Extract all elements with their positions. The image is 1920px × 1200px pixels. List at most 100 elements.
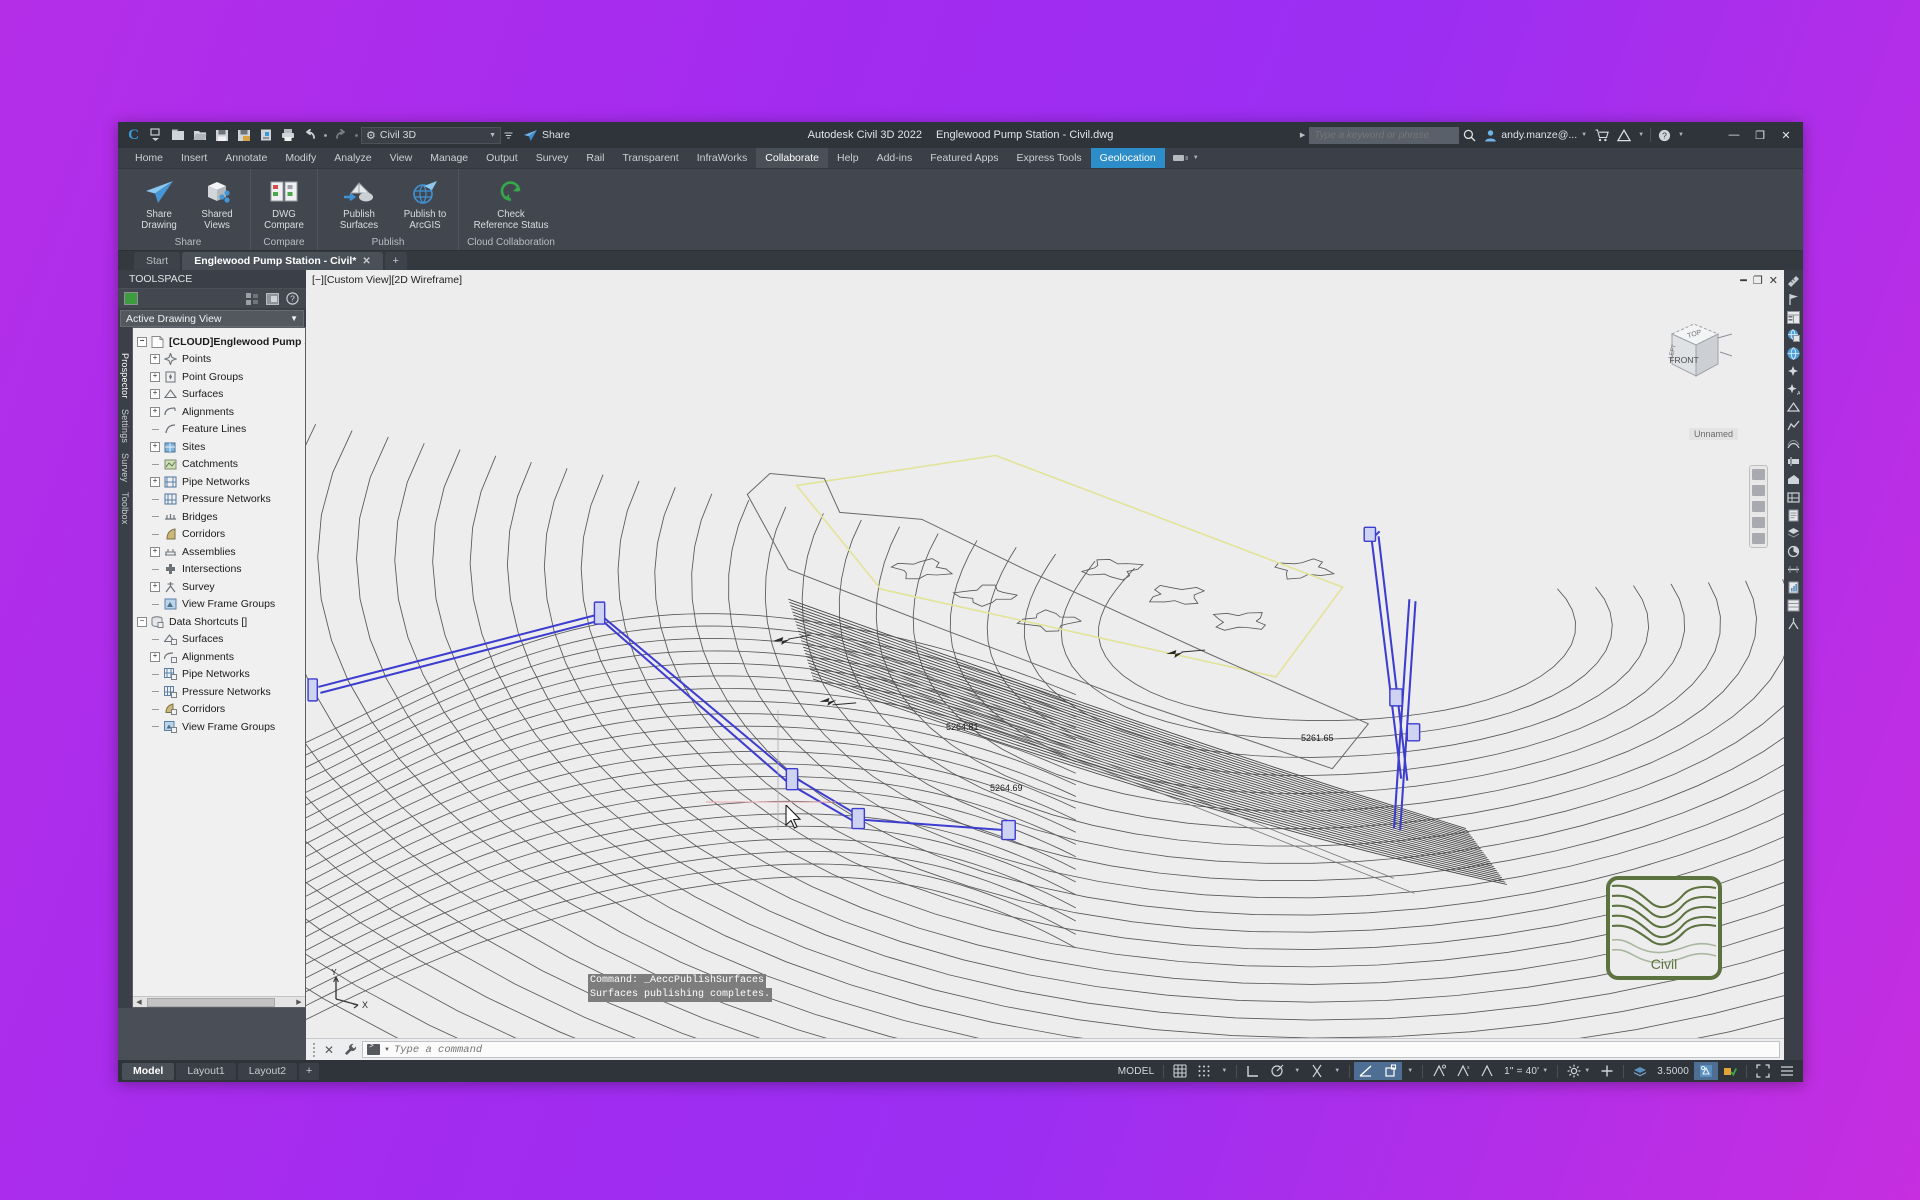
tree-expand-icon[interactable]: +	[150, 406, 160, 417]
grid-display-toggle[interactable]	[1168, 1062, 1192, 1080]
close-icon[interactable]: ✕	[362, 256, 370, 267]
ribbon-tab-collaborate[interactable]: Collaborate	[756, 148, 828, 168]
ribbon-tab-annotate[interactable]: Annotate	[216, 148, 276, 168]
tree-item-pipe-networks[interactable]: + Pipe Networks	[137, 473, 305, 491]
app-menu-caret-icon[interactable]	[145, 125, 166, 145]
ribbon-tab-survey[interactable]: Survey	[527, 148, 578, 168]
analysis-tools-icon[interactable]	[1786, 544, 1801, 559]
close-icon[interactable]: ✕	[320, 1041, 338, 1059]
tool-palette-icon[interactable]	[1786, 598, 1801, 613]
tree-item-corridors[interactable]: Corridors	[137, 526, 305, 544]
search-icon[interactable]	[1459, 124, 1480, 146]
user-menu-caret-icon[interactable]: ▼	[1581, 132, 1587, 138]
navigation-bar[interactable]	[1749, 465, 1768, 548]
snap-mode-toggle[interactable]	[1192, 1062, 1216, 1080]
ribbon-tab-rail[interactable]: Rail	[577, 148, 613, 168]
dwg-compare-button[interactable]: DWG Compare	[255, 173, 313, 231]
save-icon[interactable]	[211, 125, 232, 145]
shared-views-button[interactable]: Shared Views	[188, 173, 246, 231]
ribbon-tab-output[interactable]: Output	[477, 148, 527, 168]
section-tools-icon[interactable]	[1786, 562, 1801, 577]
tree-collapse-icon[interactable]: −	[137, 616, 147, 627]
isometric-drafting-toggle[interactable]	[1305, 1062, 1329, 1080]
customization-gear-button[interactable]: ▼	[1562, 1062, 1595, 1080]
tree-item-points[interactable]: + Points	[137, 351, 305, 369]
ucs-name-tag[interactable]: Unnamed	[1688, 428, 1738, 440]
tree-expand-icon[interactable]: +	[150, 651, 160, 662]
ribbon-tab-manage[interactable]: Manage	[421, 148, 477, 168]
ribbon-tab-geolocation[interactable]: Geolocation	[1090, 148, 1165, 168]
publish-to-arcgis-button[interactable]: Publish to ArcGIS	[396, 173, 454, 231]
layout-tab-layout1[interactable]: Layout1	[176, 1062, 236, 1080]
restore-button[interactable]: ❐	[1747, 123, 1773, 147]
tree-item-feature-lines[interactable]: Feature Lines	[137, 421, 305, 439]
pipe-tools-icon[interactable]	[1786, 454, 1801, 469]
object-snap-tracking-toggle[interactable]	[1354, 1062, 1379, 1080]
command-history-caret-icon[interactable]: ▼	[384, 1047, 390, 1053]
corridor-tools-icon[interactable]	[1786, 436, 1801, 451]
share-button[interactable]: Share	[523, 129, 570, 142]
ribbon-tab-transparent[interactable]: Transparent	[613, 148, 687, 168]
scroll-left-icon[interactable]: ◀	[133, 998, 145, 1006]
tree-item-alignments[interactable]: + Alignments	[137, 403, 305, 421]
hardware-acceleration-button[interactable]	[1694, 1062, 1718, 1080]
orbit-icon[interactable]	[1752, 517, 1765, 528]
pan-icon[interactable]	[1752, 485, 1765, 496]
ribbon-tab-express-tools[interactable]: Express Tools	[1008, 148, 1091, 168]
ribbon-tab-insert[interactable]: Insert	[172, 148, 216, 168]
point-creation-icon[interactable]	[1786, 364, 1801, 379]
undo-icon[interactable]	[299, 125, 320, 145]
autoscale-toggle[interactable]: s	[1451, 1062, 1475, 1080]
tree-item-view-frame-groups[interactable]: View Frame Groups	[137, 718, 305, 736]
add-layout-button[interactable]: +	[299, 1062, 320, 1080]
surface-tools-icon[interactable]	[1786, 400, 1801, 415]
redo-icon[interactable]	[330, 125, 351, 145]
open-drawing-icon[interactable]	[189, 125, 210, 145]
scroll-right-icon[interactable]: ▶	[293, 998, 305, 1006]
minimize-button[interactable]: —	[1721, 123, 1747, 147]
tree-item-catchments[interactable]: Catchments	[137, 456, 305, 474]
tree-item-point-groups[interactable]: + Point Groups	[137, 368, 305, 386]
snap-dropdown[interactable]: ▼	[1216, 1062, 1232, 1080]
export-icon[interactable]	[255, 125, 276, 145]
save-as-icon[interactable]	[233, 125, 254, 145]
polar-tracking-toggle[interactable]	[1265, 1062, 1289, 1080]
tree-expand-icon[interactable]: +	[150, 476, 160, 487]
zoom-extents-icon[interactable]	[1752, 501, 1765, 512]
toolspace-tab-settings[interactable]: Settings	[120, 409, 130, 443]
grading-tools-icon[interactable]	[1786, 472, 1801, 487]
model-space-indicator[interactable]: MODEL	[1113, 1062, 1160, 1080]
tree-item-alignments[interactable]: + Alignments	[137, 648, 305, 666]
profile-tools-icon[interactable]	[1786, 418, 1801, 433]
tree-expand-icon[interactable]: +	[150, 371, 160, 382]
tree-item-surfaces[interactable]: Surfaces	[137, 631, 305, 649]
report-tools-icon[interactable]	[1786, 580, 1801, 595]
linewidth-value[interactable]: 3.5000	[1652, 1062, 1694, 1080]
ribbon-tab-modify[interactable]: Modify	[276, 148, 325, 168]
ribbon-tab-featured-apps[interactable]: Featured Apps	[921, 148, 1007, 168]
globe-grid-icon[interactable]	[1786, 328, 1801, 343]
flag-icon[interactable]	[1786, 292, 1801, 307]
point-annotation-icon[interactable]: A	[1786, 382, 1801, 397]
toolspace-tab-prospector[interactable]: Prospector	[120, 353, 130, 399]
help-menu-caret-icon[interactable]: ▼	[1678, 132, 1684, 138]
help-icon[interactable]: ?	[284, 291, 300, 306]
drawing-canvas[interactable]: [−][Custom View][2D Wireframe] ━ ❐ ✕ 526…	[306, 270, 1784, 1038]
drawing-tab-start[interactable]: Start	[134, 252, 181, 270]
panel-preview-icon[interactable]	[264, 291, 280, 306]
isolate-objects-button[interactable]	[1718, 1062, 1742, 1080]
qat-dropdown-icon[interactable]	[502, 125, 514, 145]
measure-icon[interactable]	[1786, 274, 1801, 289]
check-reference-status-button[interactable]: Check Reference Status	[463, 173, 559, 231]
annotation-visibility-toggle[interactable]	[1427, 1062, 1451, 1080]
command-input-container[interactable]: ▼	[362, 1041, 1780, 1058]
drawing-tab-englewood[interactable]: Englewood Pump Station - Civil* ✕	[182, 252, 383, 270]
viewport-close-icon[interactable]: ✕	[1769, 274, 1778, 287]
ribbon-tab-analyze[interactable]: Analyze	[325, 148, 380, 168]
globe-icon[interactable]	[1786, 346, 1801, 361]
tree-item-sites[interactable]: + Sites	[137, 438, 305, 456]
add-tool-button[interactable]	[1595, 1062, 1619, 1080]
redo-dropdown-icon[interactable]	[352, 125, 360, 145]
tree-item-bridges[interactable]: Bridges	[137, 508, 305, 526]
viewport-minimize-icon[interactable]: ━	[1740, 274, 1747, 287]
